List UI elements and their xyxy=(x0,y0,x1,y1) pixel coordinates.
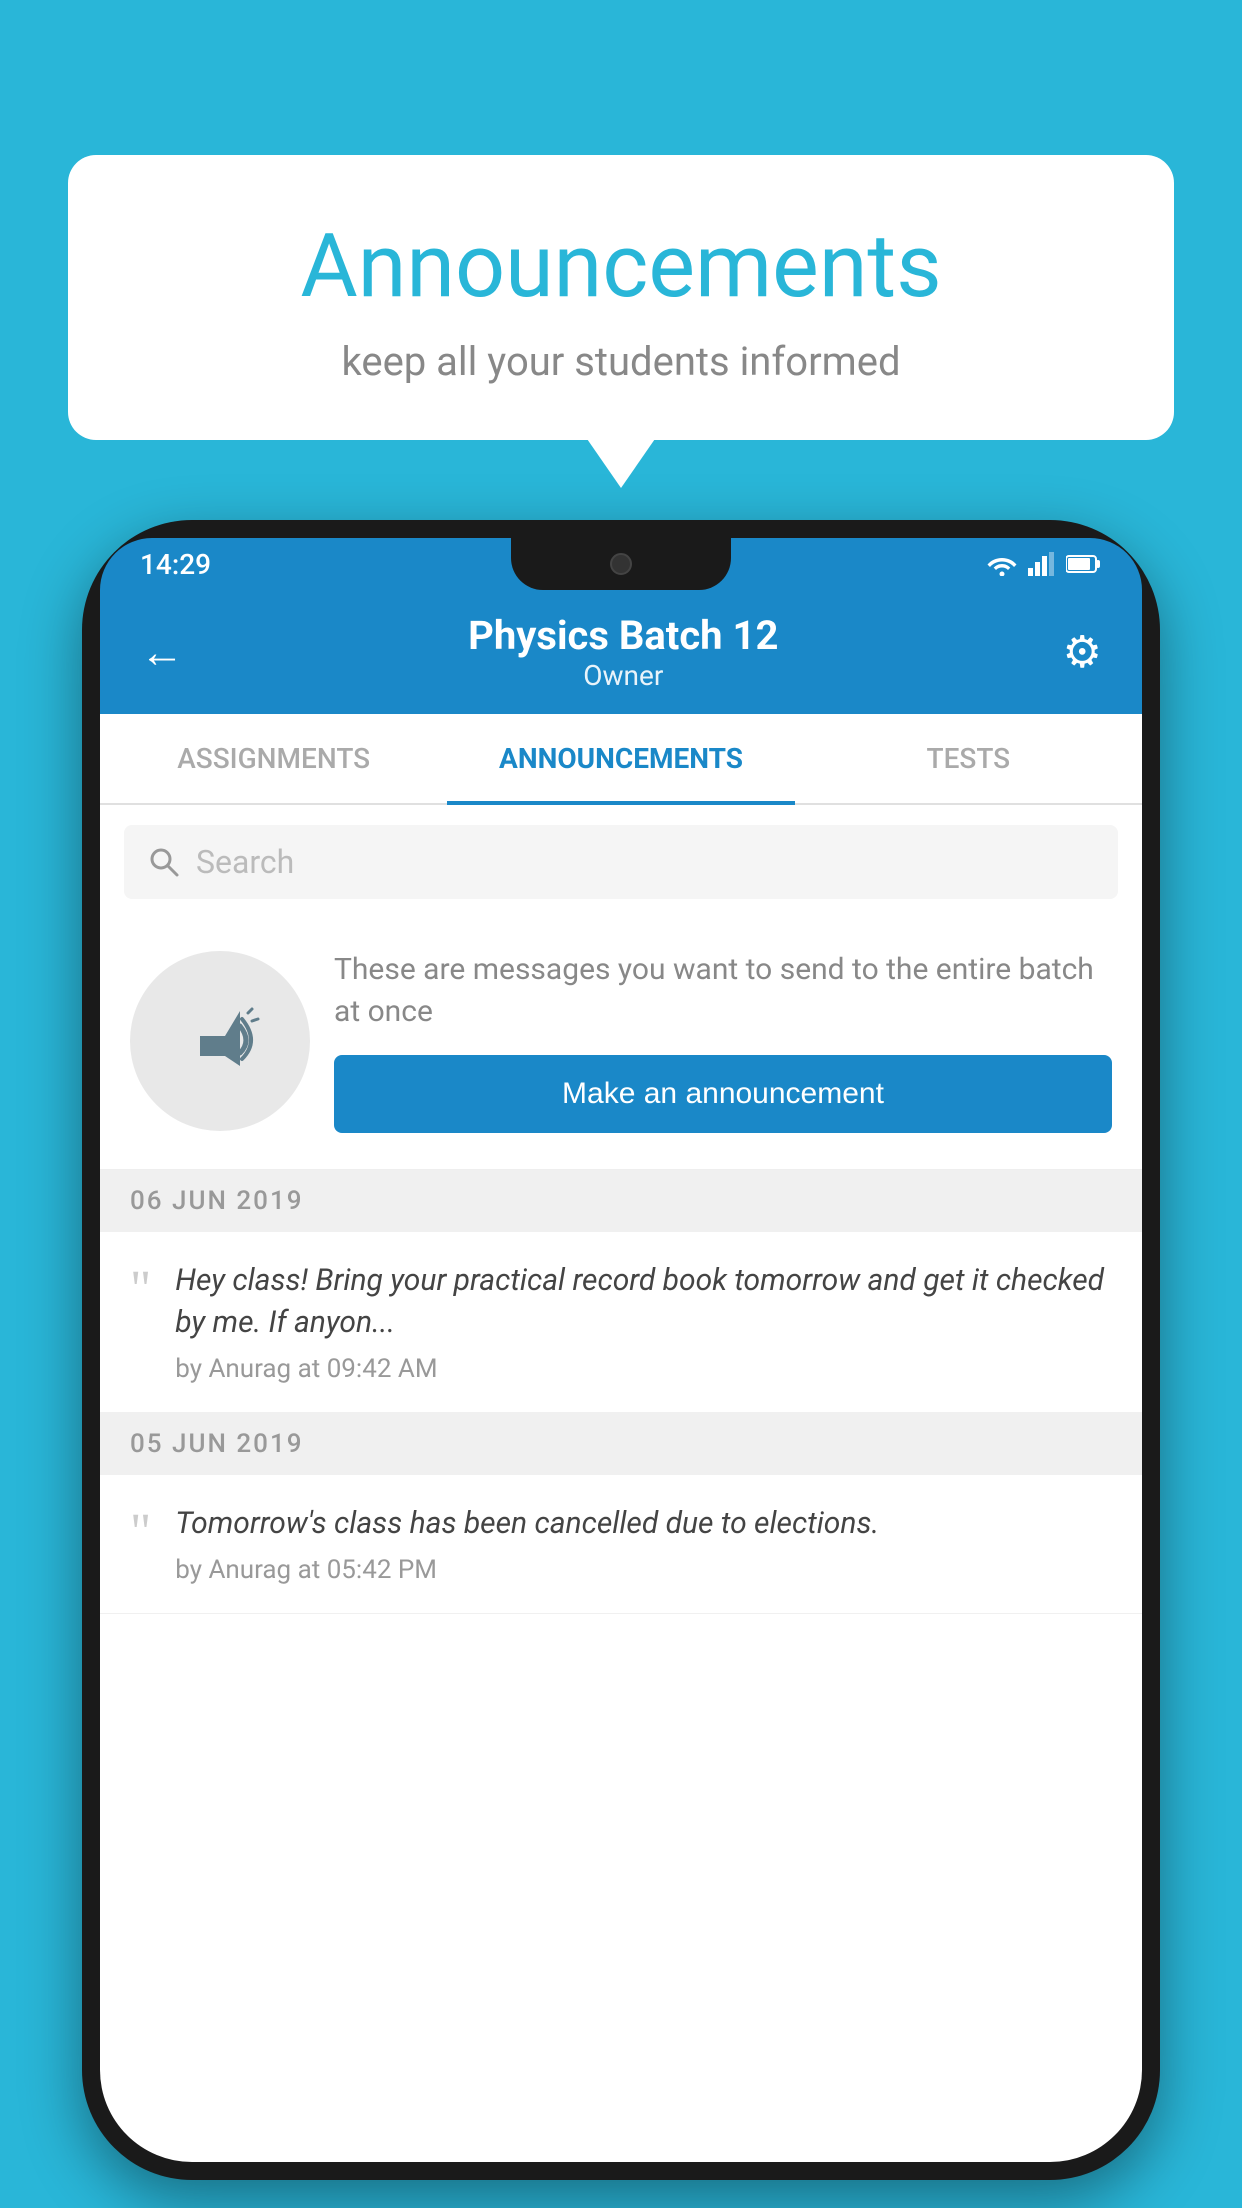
phone-wrapper: 14:29 xyxy=(82,520,1160,2180)
announcement-text-1: Hey class! Bring your practical record b… xyxy=(175,1260,1112,1344)
content-scroll[interactable]: Search xyxy=(100,805,1142,2162)
announcement-item-2[interactable]: " Tomorrow's class has been cancelled du… xyxy=(100,1475,1142,1614)
date-separator-1: 06 JUN 2019 xyxy=(100,1170,1142,1232)
tabs-bar: ASSIGNMENTS ANNOUNCEMENTS TESTS xyxy=(100,714,1142,805)
speech-bubble-section: Announcements keep all your students inf… xyxy=(68,155,1174,440)
search-icon xyxy=(148,846,180,878)
tab-assignments[interactable]: ASSIGNMENTS xyxy=(100,714,447,803)
quote-icon-2: " xyxy=(130,1507,151,1559)
announcement-meta-1: by Anurag at 09:42 AM xyxy=(175,1354,1112,1384)
header-center: Physics Batch 12 Owner xyxy=(468,612,778,692)
tab-announcements[interactable]: ANNOUNCEMENTS xyxy=(447,714,794,803)
status-icons xyxy=(986,552,1102,576)
announcement-content-2: Tomorrow's class has been cancelled due … xyxy=(175,1503,1112,1585)
promo-icon-circle xyxy=(130,951,310,1131)
speech-bubble-subtitle: keep all your students informed xyxy=(108,338,1134,385)
app-header: ← Physics Batch 12 Owner ⚙ xyxy=(100,590,1142,714)
gear-button[interactable]: ⚙ xyxy=(1063,626,1102,678)
announcement-item-1[interactable]: " Hey class! Bring your practical record… xyxy=(100,1232,1142,1413)
search-placeholder: Search xyxy=(196,843,294,881)
announcement-content-1: Hey class! Bring your practical record b… xyxy=(175,1260,1112,1384)
speech-bubble-title: Announcements xyxy=(108,215,1134,318)
phone-notch xyxy=(511,538,731,590)
promo-description: These are messages you want to send to t… xyxy=(334,949,1112,1033)
battery-icon xyxy=(1066,554,1102,574)
speech-bubble: Announcements keep all your students inf… xyxy=(68,155,1174,440)
promo-content: These are messages you want to send to t… xyxy=(334,949,1112,1133)
header-subtitle: Owner xyxy=(468,659,778,692)
header-title: Physics Batch 12 xyxy=(468,612,778,659)
app-screen: ← Physics Batch 12 Owner ⚙ ASSIGNMENTS A… xyxy=(100,590,1142,2162)
announcement-text-2: Tomorrow's class has been cancelled due … xyxy=(175,1503,1112,1545)
phone-frame: 14:29 xyxy=(82,520,1160,2180)
megaphone-icon xyxy=(170,991,270,1091)
status-time: 14:29 xyxy=(140,548,211,581)
wifi-icon xyxy=(986,552,1018,576)
tab-tests[interactable]: TESTS xyxy=(795,714,1142,803)
search-bar[interactable]: Search xyxy=(124,825,1118,899)
quote-icon-1: " xyxy=(130,1264,151,1316)
signal-icon xyxy=(1028,552,1056,576)
promo-card: These are messages you want to send to t… xyxy=(100,919,1142,1170)
announcement-meta-2: by Anurag at 05:42 PM xyxy=(175,1555,1112,1585)
back-button[interactable]: ← xyxy=(140,626,184,678)
date-separator-2: 05 JUN 2019 xyxy=(100,1413,1142,1475)
phone-camera xyxy=(610,553,632,575)
search-container: Search xyxy=(100,805,1142,919)
make-announcement-button[interactable]: Make an announcement xyxy=(334,1055,1112,1133)
